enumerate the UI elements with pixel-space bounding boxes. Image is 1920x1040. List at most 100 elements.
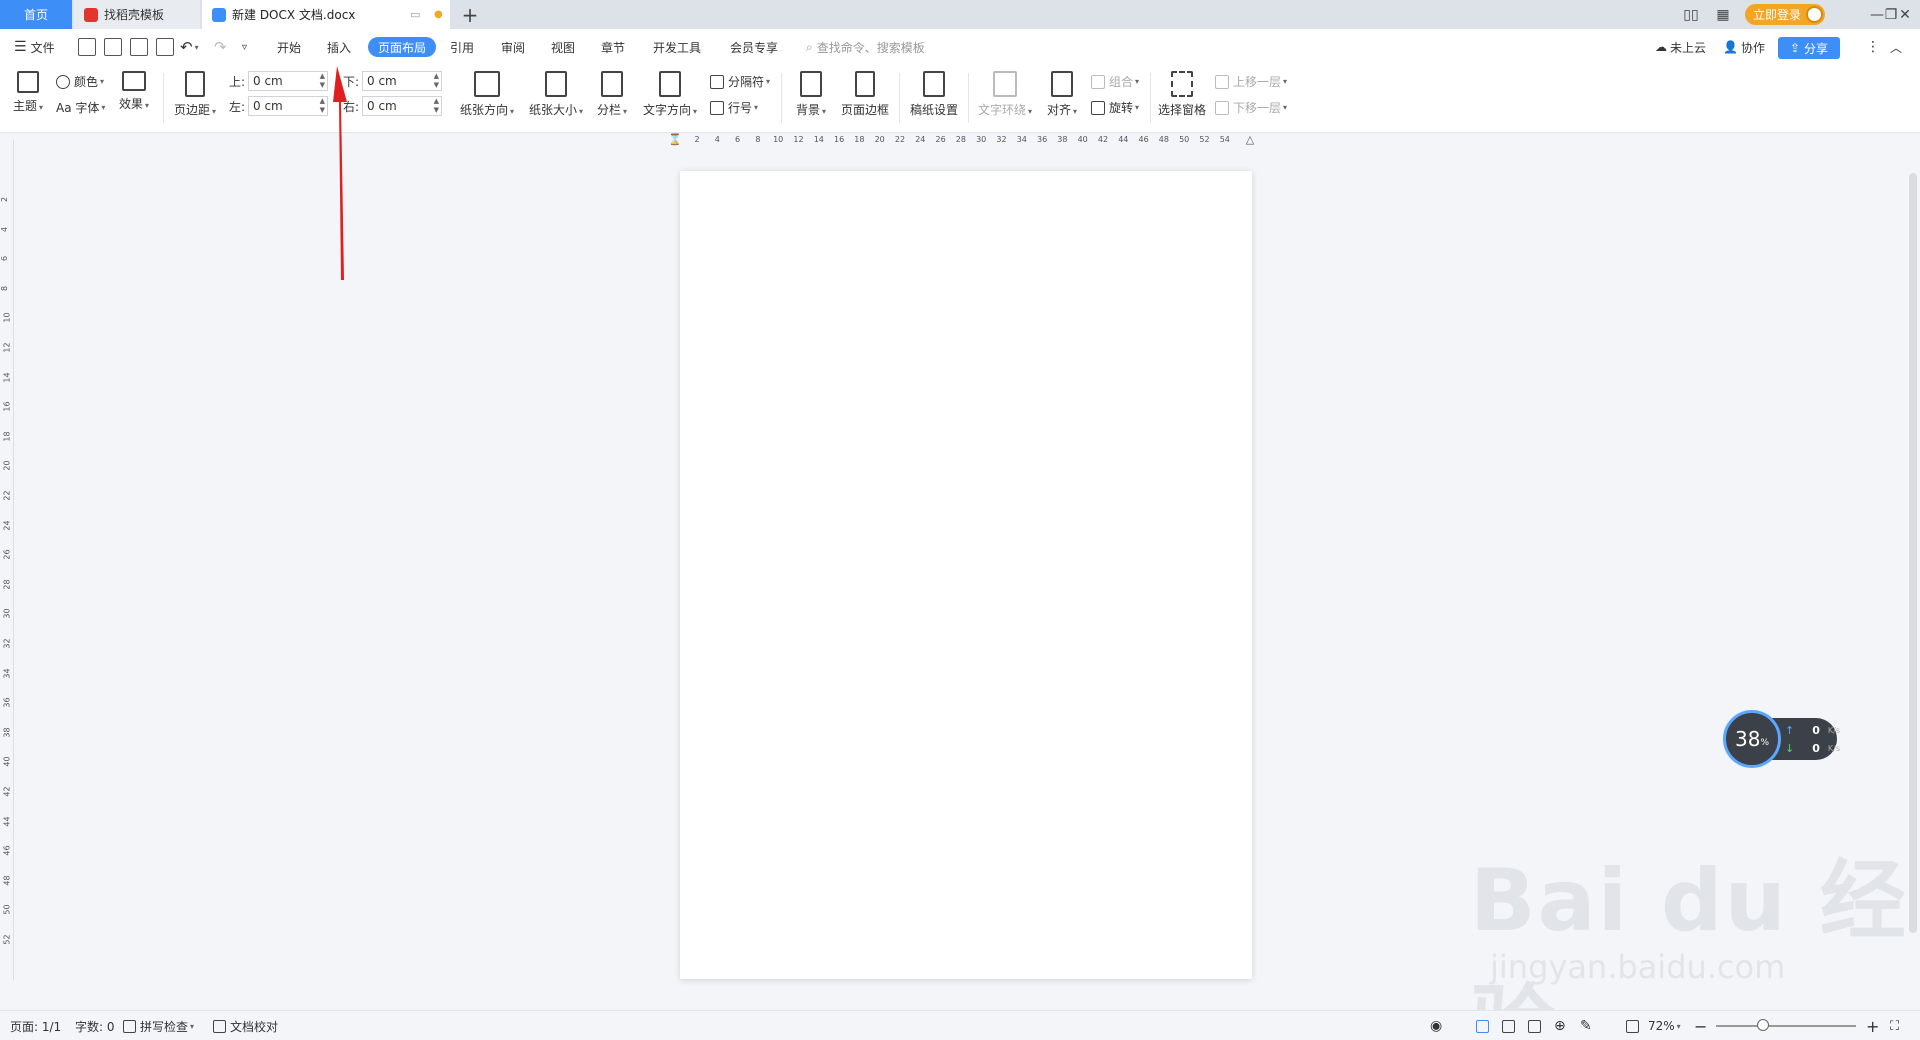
background-label: 背景 ▾ <box>796 103 827 117</box>
margin-bottom-label: 下: <box>343 75 360 89</box>
margin-left-input[interactable]: 0 cm ▲ ▼ <box>248 96 328 116</box>
margin-left-spinner[interactable]: ▲ ▼ <box>320 97 325 115</box>
margin-right-spinner[interactable]: ▲ ▼ <box>434 97 439 115</box>
zoom-out-icon[interactable]: − <box>1694 1011 1707 1040</box>
ruler-tick-label: 26 <box>935 135 946 144</box>
zoom-in-icon[interactable]: + <box>1866 1011 1879 1040</box>
line-number-button[interactable]: 行号 ▾ <box>710 99 758 116</box>
eye-protection-icon[interactable]: ◉ <box>1430 1011 1442 1040</box>
tab-template[interactable]: 找稻壳模板 <box>74 0 200 29</box>
document-page[interactable] <box>680 171 1252 979</box>
ruler-tick-label: 40 <box>2 756 12 767</box>
zoom-slider-track[interactable] <box>1716 1025 1856 1027</box>
save-icon[interactable] <box>78 38 96 56</box>
orientation-label: 纸张方向 ▾ <box>460 103 515 117</box>
menu-item-page-layout[interactable]: 页面布局 <box>368 37 437 57</box>
collapse-ribbon-icon[interactable]: ︿ <box>1890 29 1902 65</box>
margins-button[interactable]: 页边距 ▾ <box>174 71 216 118</box>
zoom-level-select[interactable]: 72% ▾ <box>1648 1011 1681 1040</box>
menu-item-chapter[interactable]: 章节 <box>601 29 625 65</box>
reading-mode-icon[interactable]: ▯▯ <box>1676 0 1706 29</box>
bring-forward-button[interactable]: 上移一层 ▾ <box>1215 73 1287 90</box>
document-proof-button[interactable]: 文档校对 <box>213 1011 278 1040</box>
group-button[interactable]: 组合 ▾ <box>1091 73 1139 90</box>
command-search[interactable]: ⌕ 查找命令、搜索模板 <box>806 29 925 65</box>
close-icon[interactable]: ✕ <box>1890 0 1920 29</box>
horizontal-ruler[interactable]: ⌛ △ 2 4 6 8 10 12 14 16 18 20 22 24 26 28 30 32 34 36 38 40… <box>668 133 1254 149</box>
page-view-icon[interactable] <box>1476 1011 1493 1040</box>
download-arrow-icon: ↓ <box>1785 742 1795 755</box>
print-preview-icon[interactable] <box>156 38 174 56</box>
network-speed-widget[interactable]: ↑ 0 K/s ↓ 0 K/s 38% <box>1723 710 1843 768</box>
export-pdf-icon[interactable] <box>104 38 122 56</box>
color-button[interactable]: 颜色 ▾ <box>56 73 104 90</box>
pen-icon[interactable]: ✎ <box>1580 1011 1592 1040</box>
tab-document[interactable]: 新建 DOCX 文档.docx ▭ ● <box>202 0 450 29</box>
align-button[interactable]: 对齐 ▾ <box>1047 71 1077 118</box>
ruler-tick-label: 14 <box>813 135 824 144</box>
margin-top-spinner[interactable]: ▲ ▼ <box>320 72 325 90</box>
reading-view-icon[interactable] <box>1528 1011 1545 1040</box>
fit-page-icon[interactable] <box>1626 1011 1643 1040</box>
margin-bottom-spinner[interactable]: ▲ ▼ <box>434 72 439 90</box>
paper-size-button[interactable]: 纸张大小 ▾ <box>529 71 583 118</box>
first-line-indent-marker[interactable]: ⌛ <box>668 133 682 146</box>
hamburger-icon: ☰ <box>14 39 27 55</box>
outline-view-icon[interactable] <box>1502 1011 1519 1040</box>
menu-item-home[interactable]: 开始 <box>277 29 301 65</box>
collaborate-button[interactable]: 👤 协作 <box>1723 29 1765 65</box>
cloud-sync-icon[interactable]: ▭ <box>410 8 420 21</box>
login-button[interactable]: 立即登录 <box>1745 4 1825 25</box>
margin-right-input[interactable]: 0 cm ▲ ▼ <box>362 96 442 116</box>
fullscreen-icon[interactable]: ⛶ <box>1890 1011 1899 1040</box>
text-direction-button[interactable]: 文字方向 ▾ <box>643 71 697 118</box>
more-options-icon[interactable]: ⋮ <box>1866 29 1880 65</box>
share-button[interactable]: ⇪ 分享 <box>1778 37 1840 59</box>
menu-item-developer[interactable]: 开发工具 <box>653 29 701 65</box>
grid-apps-icon[interactable]: ▦ <box>1708 0 1738 29</box>
margin-top-input[interactable]: 0 cm ▲ ▼ <box>248 71 328 91</box>
separator-button[interactable]: 分隔符 ▾ <box>710 73 770 90</box>
theme-button[interactable]: 主题 ▾ <box>13 71 43 114</box>
menu-item-member[interactable]: 会员专享 <box>730 29 778 65</box>
vertical-ruler[interactable]: 2 4 6 8 10 12 14 16 18 20 22 24 26 28 30 32 34 36 38 40 42 44… <box>0 140 14 980</box>
new-tab-button[interactable]: + <box>452 0 488 29</box>
menu-item-references[interactable]: 引用 <box>450 29 474 65</box>
file-menu[interactable]: ☰ 文件 <box>14 29 55 65</box>
redo-icon[interactable]: ↷ <box>214 29 227 65</box>
menu-item-insert[interactable]: 插入 <box>327 29 351 65</box>
margin-bottom-input[interactable]: 0 cm ▲ ▼ <box>362 71 442 91</box>
selection-pane-button[interactable]: 选择窗格 <box>1158 71 1206 118</box>
status-bar: 页面: 1/1 字数: 0 拼写检查 ▾ 文档校对 ◉ ⊕ ✎ 72% ▾ − + … <box>0 1010 1920 1040</box>
rotate-button[interactable]: 旋转 ▾ <box>1091 99 1139 116</box>
ruler-tick-label: 46 <box>1138 135 1149 144</box>
orientation-button[interactable]: 纸张方向 ▾ <box>460 71 514 118</box>
ruler-tick-label: 2 <box>0 196 10 203</box>
ruler-tick-label: 48 <box>1158 135 1169 144</box>
cloud-status[interactable]: ☁ 未上云 <box>1655 29 1706 65</box>
effect-button[interactable]: 效果 ▾ <box>119 71 149 112</box>
menu-item-review[interactable]: 审阅 <box>501 29 525 65</box>
tab-home[interactable]: 首页 <box>0 0 72 29</box>
page-count[interactable]: 页面: 1/1 <box>10 1011 61 1040</box>
margin-left-value: 0 cm <box>253 99 283 113</box>
word-count[interactable]: 字数: 0 <box>75 1011 115 1040</box>
columns-button[interactable]: 分栏 ▾ <box>597 71 627 118</box>
scrollbar-thumb[interactable] <box>1909 173 1917 933</box>
menu-item-view[interactable]: 视图 <box>551 29 575 65</box>
page-border-button[interactable]: 页面边框 <box>841 71 889 118</box>
web-view-icon[interactable]: ⊕ <box>1554 1011 1566 1040</box>
customize-toolbar-icon[interactable]: ▿ <box>242 29 247 65</box>
print-icon[interactable] <box>130 38 148 56</box>
draft-settings-button[interactable]: 稿纸设置 <box>910 71 958 118</box>
cloud-icon: ☁ <box>1655 40 1667 54</box>
font-button[interactable]: Aa 字体 ▾ <box>56 99 105 116</box>
undo-icon[interactable]: ↶ ▾ <box>180 29 199 65</box>
page-break-icon <box>710 74 724 89</box>
text-wrap-button[interactable]: 文字环绕 ▾ <box>978 71 1032 118</box>
send-backward-button[interactable]: 下移一层 ▾ <box>1215 99 1287 116</box>
spell-check-button[interactable]: 拼写检查 ▾ <box>123 1011 194 1040</box>
right-indent-marker[interactable]: △ <box>1246 133 1254 146</box>
zoom-slider-thumb[interactable] <box>1757 1019 1769 1031</box>
background-button[interactable]: 背景 ▾ <box>796 71 826 118</box>
